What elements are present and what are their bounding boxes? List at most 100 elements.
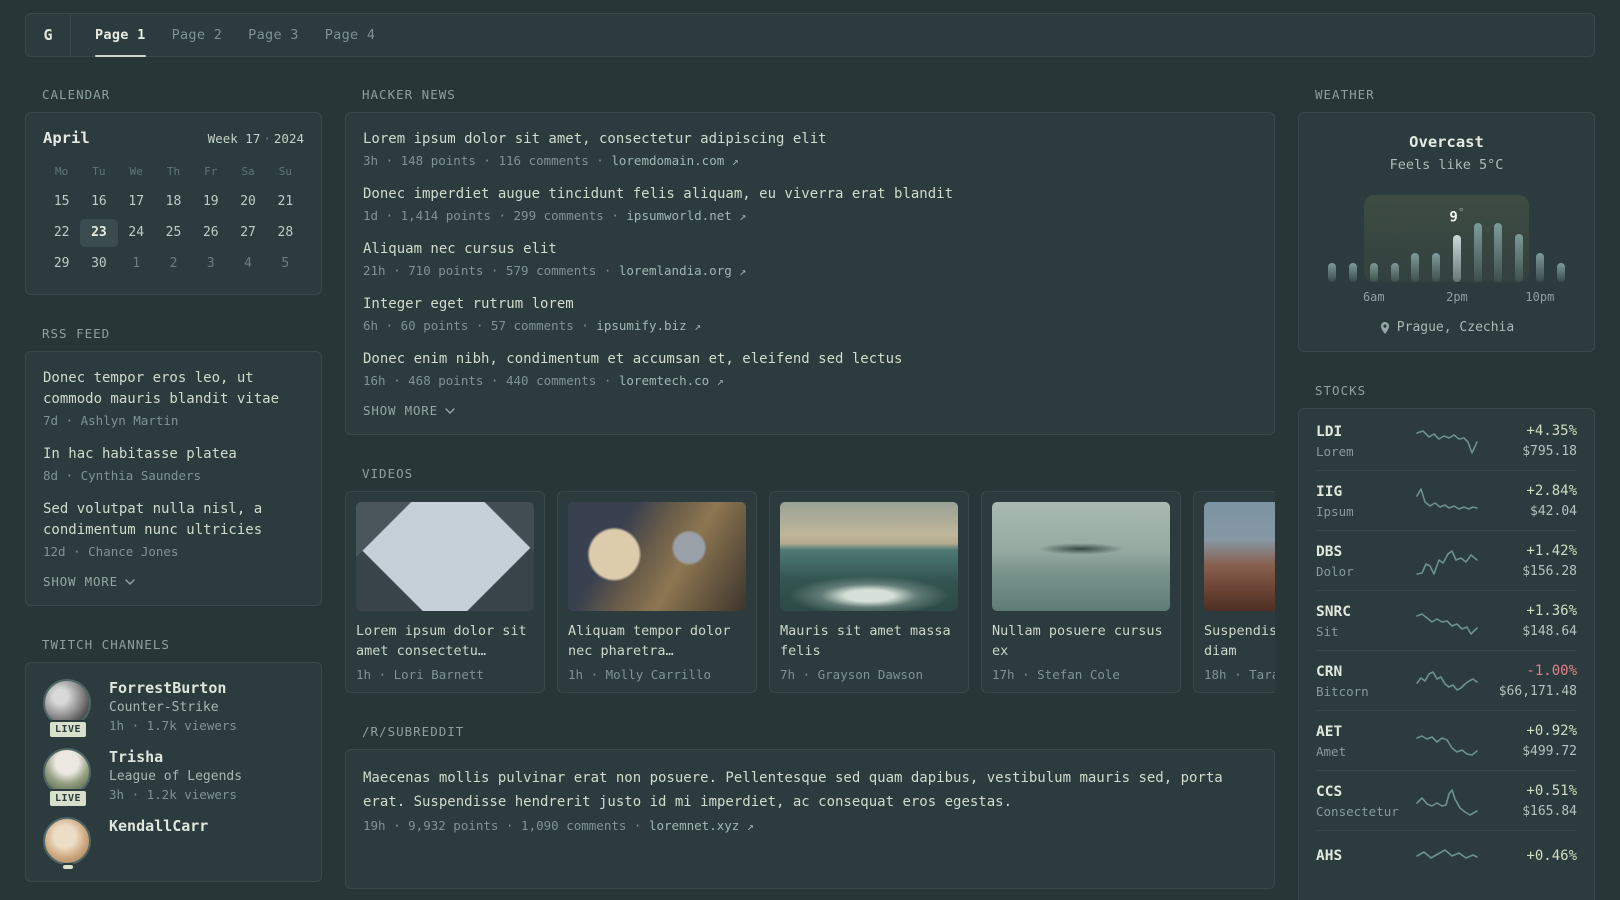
video-meta: 7h · Grayson Dawson bbox=[780, 667, 923, 682]
hackernews-item: Donec imperdiet augue tincidunt felis al… bbox=[363, 184, 1257, 223]
weekday-label: Su bbox=[278, 165, 292, 178]
live-badge bbox=[61, 863, 75, 871]
video-thumbnail[interactable] bbox=[1204, 502, 1275, 611]
page-tab[interactable]: Page 1 bbox=[95, 14, 146, 57]
weekday-label: Fr bbox=[204, 165, 218, 178]
video-card[interactable]: Aliquam tempor dolor nec pharetra… 1h · … bbox=[557, 491, 757, 693]
story-title[interactable]: Donec enim nibh, condimentum et accumsan… bbox=[363, 349, 1257, 370]
story-source-link[interactable]: loremtech.co bbox=[619, 373, 709, 388]
story-source-link[interactable]: ipsumworld.net bbox=[626, 208, 731, 223]
stock-row: SNRC Sit +1.36% $148.64 bbox=[1316, 590, 1577, 650]
video-title[interactable]: Mauris sit amet massa felis bbox=[780, 621, 958, 661]
stock-change: +0.46% bbox=[1526, 847, 1577, 864]
rss-item: In hac habitasse platea 8d · Cynthia Sau… bbox=[43, 444, 304, 483]
story-meta: 21h · 710 points · 579 comments · loreml… bbox=[363, 263, 747, 278]
rss-item: Donec tempor eros leo, ut commodo mauris… bbox=[43, 368, 304, 428]
story-meta: 16h · 468 points · 440 comments · loremt… bbox=[363, 373, 724, 388]
weekday-label: Th bbox=[166, 165, 181, 178]
twitch-channel[interactable]: LIVE ForrestBurton Counter-Strike 1h · 1… bbox=[43, 679, 304, 739]
page-tab[interactable]: Page 3 bbox=[248, 14, 299, 56]
calendar-day: 4 bbox=[244, 256, 252, 271]
stock-sparkline bbox=[1415, 550, 1478, 575]
video-title[interactable]: Lorem ipsum dolor sit amet consectetu… bbox=[356, 621, 534, 661]
stock-name: Sit bbox=[1316, 623, 1339, 639]
rss-show-more-button[interactable]: SHOW MORE bbox=[43, 574, 304, 589]
calendar-section-title: CALENDAR bbox=[42, 87, 111, 102]
middle-column: HACKER NEWS Lorem ipsum dolor sit amet, … bbox=[345, 87, 1275, 900]
video-card[interactable]: Mauris sit amet massa felis 7h · Grayson… bbox=[769, 491, 969, 693]
channel-name[interactable]: KendallCarr bbox=[109, 817, 208, 835]
story-title[interactable]: Lorem ipsum dolor sit amet, consectetur … bbox=[363, 129, 1257, 150]
calendar-week-label: Week 17 · 2024 bbox=[207, 131, 304, 146]
live-badge: LIVE bbox=[47, 720, 89, 739]
video-thumbnail[interactable] bbox=[992, 502, 1170, 611]
time-tick-label: 6am bbox=[1362, 290, 1385, 304]
temperature-bar-slot bbox=[1488, 223, 1509, 282]
story-title[interactable]: Integer eget rutrum lorem bbox=[363, 294, 1257, 315]
video-title[interactable]: Aliquam tempor dolor nec pharetra… bbox=[568, 621, 746, 661]
video-meta: 18h · Tara Walsh bbox=[1204, 667, 1275, 682]
page-tab[interactable]: Page 2 bbox=[172, 14, 223, 56]
calendar-day: 26 bbox=[202, 225, 219, 240]
stock-symbol: LDI bbox=[1316, 423, 1343, 440]
weekday-label: Tu bbox=[92, 165, 106, 178]
story-source-link[interactable]: loremdomain.com bbox=[611, 153, 724, 168]
post-title[interactable]: Maecenas mollis pulvinar erat non posuer… bbox=[363, 766, 1257, 814]
video-card[interactable]: Suspendisse venenatis diam 18h · Tara Wa… bbox=[1193, 491, 1275, 693]
video-title[interactable]: Suspendisse venenatis diam bbox=[1204, 621, 1275, 661]
story-source-link[interactable]: loremlandia.org bbox=[619, 263, 732, 278]
chevron-down-icon bbox=[125, 578, 135, 585]
app-logo[interactable]: G bbox=[26, 14, 71, 56]
video-card[interactable]: Nullam posuere cursus ex 17h · Stefan Co… bbox=[981, 491, 1181, 693]
stock-change: +0.51% bbox=[1526, 783, 1577, 799]
twitch-channel[interactable]: LIVE Trisha League of Legends 3h · 1.2k … bbox=[43, 748, 304, 808]
stocks-widget: LDI Lorem +4.35% $795.18 IIG Ipsum +2.84… bbox=[1298, 408, 1595, 900]
channel-game: League of Legends bbox=[109, 769, 243, 784]
rss-item-title[interactable]: Donec tempor eros leo, ut commodo mauris… bbox=[43, 368, 304, 410]
video-list: Lorem ipsum dolor sit amet consectetu… 1… bbox=[345, 491, 1275, 693]
calendar-month: April bbox=[43, 129, 90, 147]
videos-section-title: VIDEOS bbox=[362, 466, 414, 481]
calendar-grid: 15 16 17 18 19 20 21 22 23 24 25 26 27 2… bbox=[43, 188, 304, 278]
stock-row: AHS +0.46% bbox=[1316, 830, 1577, 884]
rss-item-title[interactable]: Sed volutpat nulla nisl, a condimentum n… bbox=[43, 499, 304, 541]
rss-item-title[interactable]: In hac habitasse platea bbox=[43, 444, 304, 465]
channel-name[interactable]: Trisha bbox=[109, 748, 242, 766]
page-tab[interactable]: Page 4 bbox=[325, 14, 376, 56]
channel-viewers: 1h · 1.7k viewers bbox=[109, 718, 237, 733]
stock-sparkline bbox=[1415, 613, 1478, 635]
story-source-link[interactable]: ipsumify.biz bbox=[596, 318, 686, 333]
weather-feels-like: Feels like 5°C bbox=[1389, 157, 1504, 173]
twitch-section: TWITCH CHANNELS LIVE ForrestBurton Count… bbox=[25, 637, 322, 882]
stock-price: $156.28 bbox=[1522, 564, 1577, 579]
stock-change: -1.00% bbox=[1526, 663, 1577, 679]
hackernews-section: HACKER NEWS Lorem ipsum dolor sit amet, … bbox=[345, 87, 1275, 435]
rss-item-meta: 12d · Chance Jones bbox=[43, 544, 179, 559]
calendar-day: 27 bbox=[240, 225, 256, 240]
video-title[interactable]: Nullam posuere cursus ex bbox=[992, 621, 1170, 661]
weather-condition: Overcast bbox=[1409, 133, 1484, 151]
story-title[interactable]: Donec imperdiet augue tincidunt felis al… bbox=[363, 184, 1257, 205]
hackernews-show-more-button[interactable]: SHOW MORE bbox=[363, 403, 1257, 418]
temperature-bar-slot bbox=[1426, 253, 1447, 282]
channel-name[interactable]: ForrestBurton bbox=[109, 679, 237, 697]
rss-section: RSS FEED Donec tempor eros leo, ut commo… bbox=[25, 326, 322, 606]
story-title[interactable]: Aliquam nec cursus elit bbox=[363, 239, 1257, 260]
calendar-day: 23 bbox=[80, 219, 118, 247]
post-source-link[interactable]: loremnet.xyz bbox=[649, 818, 739, 833]
calendar-day: 2 bbox=[169, 256, 178, 271]
video-meta: 1h · Molly Carrillo bbox=[568, 667, 711, 682]
twitch-widget: LIVE ForrestBurton Counter-Strike 1h · 1… bbox=[25, 662, 322, 882]
stocks-section-title: STOCKS bbox=[1315, 383, 1367, 398]
calendar-day: 1 bbox=[132, 256, 141, 271]
video-thumbnail[interactable] bbox=[568, 502, 746, 611]
video-thumbnail[interactable] bbox=[356, 502, 534, 611]
video-thumbnail[interactable] bbox=[780, 502, 958, 611]
stock-row: CRN Bitcorn -1.00% $66,171.48 bbox=[1316, 650, 1577, 710]
stock-name: Amet bbox=[1316, 743, 1347, 759]
calendar-day: 29 bbox=[53, 256, 70, 271]
calendar-day: 16 bbox=[91, 194, 107, 209]
video-card[interactable]: Lorem ipsum dolor sit amet consectetu… 1… bbox=[345, 491, 545, 693]
twitch-channel[interactable]: KendallCarr bbox=[43, 817, 304, 871]
calendar-day: 5 bbox=[281, 256, 290, 271]
